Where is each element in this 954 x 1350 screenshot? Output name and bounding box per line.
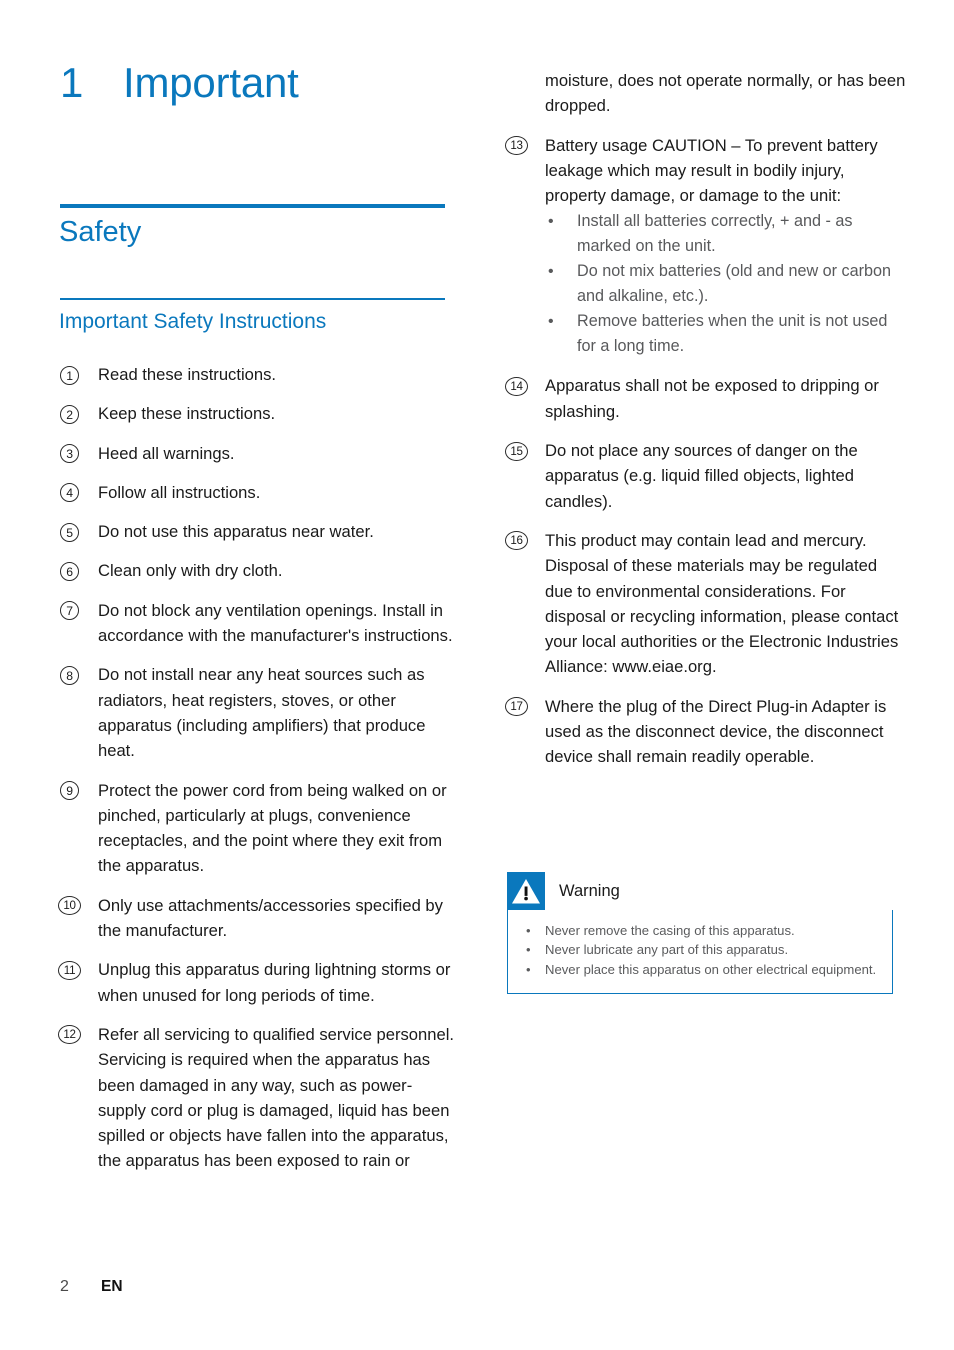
- list-item: 6 Clean only with dry cloth.: [60, 558, 460, 583]
- list-item-text: Refer all servicing to qualified service…: [98, 1024, 455, 1171]
- list-item: 17 Where the plug of the Direct Plug-in A…: [505, 694, 907, 770]
- list-item-text: Unplug this apparatus during lightning s…: [98, 960, 451, 1005]
- list-item-number-badge: 6: [60, 561, 79, 581]
- warning-body: Never remove the casing of this apparatu…: [507, 910, 893, 994]
- list-item-text: Where the plug of the Direct Plug-in Ada…: [545, 696, 887, 767]
- continuation-paragraph: moisture, does not operate normally, or …: [545, 71, 906, 116]
- document-page: 1 Important Safety Important Safety Inst…: [0, 0, 954, 1350]
- footer-language-code: EN: [101, 1278, 123, 1295]
- list-item-number-badge: 13: [505, 136, 528, 156]
- list-item-number-badge: 14: [505, 376, 528, 396]
- list-item-number-badge: 2: [60, 404, 79, 424]
- section-heading-safety: Safety: [59, 216, 142, 248]
- warning-bullet-list: Never remove the casing of this apparatu…: [508, 921, 892, 979]
- list-item-number-badge: 16: [505, 531, 528, 551]
- list-item: 11 Unplug this apparatus during lightning…: [58, 957, 460, 1008]
- list-item: 15 Do not place any sources of danger on …: [505, 438, 907, 514]
- list-item: 12 Refer all servicing to qualified servi…: [58, 1022, 460, 1174]
- list-item-text: Follow all instructions.: [98, 482, 261, 502]
- list-item-text: Read these instructions.: [98, 365, 277, 384]
- list-item: 7 Do not block any ventilation openings. …: [60, 598, 460, 649]
- list-item: 8 Do not install near any heat sources su…: [60, 662, 460, 763]
- list-item-text: Do not use this apparatus near water.: [98, 522, 374, 542]
- list-item-text: Keep these instructions.: [98, 404, 276, 424]
- list-item: 1 Read these instructions.: [60, 362, 460, 387]
- safety-instruction-list-right: 13 Battery usage CAUTION – To prevent bat…: [505, 133, 907, 770]
- section-rule-thick: [60, 204, 445, 208]
- list-item-number-badge: 3: [60, 444, 79, 464]
- sub-bullet-item: Do not mix batteries (old and new or car…: [545, 259, 907, 309]
- list-item-number-badge: 15: [505, 441, 528, 461]
- list-item-text: Battery usage CAUTION – To prevent batte…: [545, 135, 878, 206]
- list-item: 14 Apparatus shall not be exposed to drip…: [505, 373, 907, 424]
- list-item-number-badge: 9: [60, 781, 79, 801]
- list-item-number-badge: 1: [60, 365, 79, 385]
- list-item: 4 Follow all instructions.: [60, 480, 460, 505]
- list-item: 16 This product may contain lead and merc…: [505, 528, 907, 680]
- sub-bullet-item: Remove batteries when the unit is not us…: [545, 309, 907, 359]
- warning-box: Warning Never remove the casing of this …: [507, 872, 893, 994]
- chapter-heading: 1 Important: [60, 62, 299, 104]
- list-item-number-badge: 10: [58, 896, 81, 916]
- warning-title: Warning: [559, 881, 620, 900]
- warning-triangle-icon: [507, 872, 545, 910]
- list-item-number-badge: 8: [60, 665, 79, 685]
- list-item-number-badge: 12: [58, 1025, 81, 1045]
- list-item-text: Only use attachments/accessories specifi…: [98, 895, 443, 941]
- list-item-number-badge: 11: [58, 960, 81, 980]
- list-item-text: Clean only with dry cloth.: [98, 561, 283, 581]
- list-item-number-badge: 5: [60, 522, 79, 542]
- warning-bullet-item: Never place this apparatus on other elec…: [508, 960, 892, 980]
- chapter-title-text: Important: [123, 59, 299, 106]
- list-item-text: Protect the power cord from being walked…: [98, 780, 447, 876]
- list-item-text: This product may contain lead and mercur…: [545, 530, 899, 677]
- list-item: 9 Protect the power cord from being walke…: [60, 778, 460, 879]
- footer-page-number: 2: [60, 1278, 69, 1295]
- battery-sub-bullet-list: Install all batteries correctly, + and -…: [545, 209, 907, 359]
- section-rule-thin: [60, 298, 445, 300]
- section-heading-important-safety-instructions: Important Safety Instructions: [59, 310, 327, 333]
- sub-bullet-item: Install all batteries correctly, + and -…: [545, 209, 907, 259]
- list-item-number-badge: 17: [505, 697, 528, 717]
- list-item: 10 Only use attachments/accessories speci…: [58, 893, 460, 944]
- chapter-number: 1: [60, 59, 84, 106]
- warning-bullet-item: Never remove the casing of this apparatu…: [508, 921, 892, 941]
- list-item: 3 Heed all warnings.: [60, 441, 460, 466]
- list-item-text: Do not block any ventilation openings. I…: [98, 600, 453, 646]
- list-item: 13 Battery usage CAUTION – To prevent bat…: [505, 133, 907, 360]
- page-footer: 2 EN: [60, 1278, 123, 1296]
- list-item: 2 Keep these instructions.: [60, 401, 460, 426]
- warning-header: Warning: [507, 872, 893, 910]
- list-item-text: Do not install near any heat sources suc…: [98, 665, 426, 761]
- list-item: 5 Do not use this apparatus near water.: [60, 519, 460, 544]
- list-item-text: Heed all warnings.: [98, 443, 235, 463]
- list-item-text: Do not place any sources of danger on th…: [545, 441, 858, 511]
- list-item-number-badge: 7: [60, 601, 79, 621]
- safety-instruction-list-left: 1 Read these instructions. 2 Keep these ins…: [58, 362, 460, 1174]
- warning-bullet-item: Never lubricate any part of this apparat…: [508, 940, 892, 960]
- list-item-number-badge: 4: [60, 483, 79, 503]
- list-item-text: Apparatus shall not be exposed to drippi…: [545, 376, 879, 421]
